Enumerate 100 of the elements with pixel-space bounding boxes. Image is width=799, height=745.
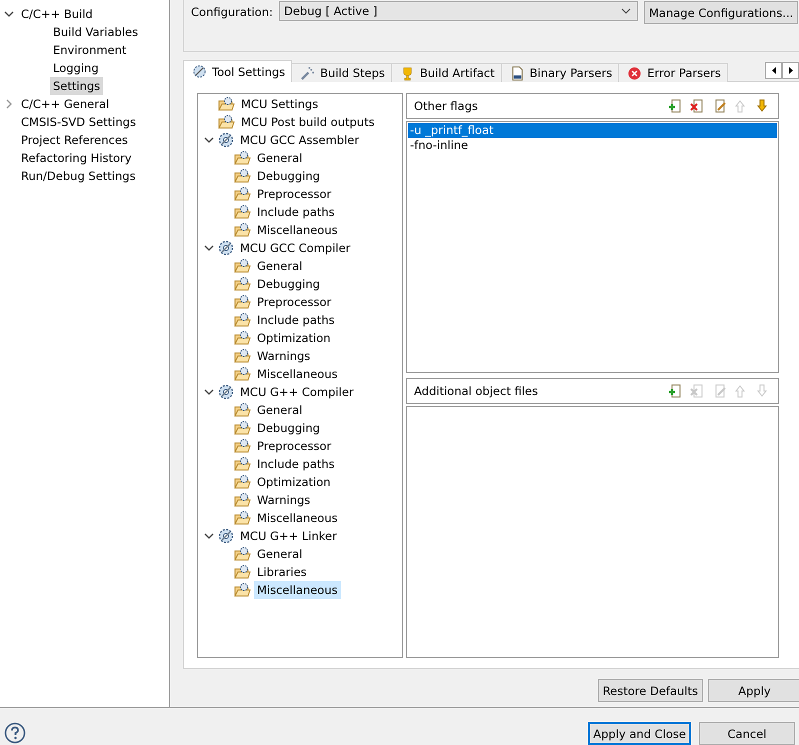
tree-item[interactable]: General [254, 257, 306, 275]
folder-gear-icon [234, 492, 251, 508]
sidebar-item[interactable]: Settings [50, 77, 104, 95]
tab[interactable]: Binary Parsers [500, 63, 620, 82]
folder-gear-icon [234, 546, 251, 562]
folder-gear-icon [234, 204, 251, 220]
scroll-right-button[interactable] [782, 62, 799, 79]
tab-label: Build Artifact [420, 66, 495, 80]
tree-item[interactable]: Preprocessor [254, 437, 334, 455]
tree-item[interactable]: Debugging [254, 419, 323, 437]
triangle-left-icon [772, 67, 776, 74]
gear-wheel-icon [218, 384, 234, 400]
chevron-down-icon[interactable] [204, 531, 214, 541]
tree-item[interactable]: Include paths [254, 203, 338, 221]
chevron-down-icon [621, 8, 631, 14]
chevron-down-icon[interactable] [204, 243, 214, 253]
tree-item[interactable]: MCU Settings [238, 95, 322, 113]
folder-gear-icon [234, 420, 251, 436]
sidebar-item[interactable]: C/C++ General [18, 95, 112, 113]
apply-button[interactable]: Apply [708, 679, 799, 702]
tree-item[interactable]: Include paths [254, 455, 338, 473]
chevron-down-icon[interactable] [204, 135, 214, 145]
chevron-down-icon[interactable] [4, 9, 14, 19]
folder-gear-icon [234, 150, 251, 166]
tree-item[interactable]: Optimization [254, 329, 334, 347]
restore-defaults-button[interactable]: Restore Defaults [598, 679, 703, 702]
sidebar-item[interactable]: Build Variables [50, 23, 142, 41]
error-icon [627, 66, 642, 80]
tab[interactable]: Error Parsers [618, 63, 728, 82]
folder-gear-icon [234, 330, 251, 346]
folder-gear-icon [234, 258, 251, 274]
tree-item[interactable]: MCU Post build outputs [238, 113, 378, 131]
sidebar-item[interactable]: Refactoring History [18, 149, 135, 167]
tree-item[interactable]: Optimization [254, 473, 334, 491]
folder-gear-icon [234, 312, 251, 328]
tab-label: Build Steps [320, 66, 385, 80]
scroll-left-button[interactable] [765, 62, 782, 79]
list-title: Additional object files [414, 384, 539, 398]
sidebar-item[interactable]: Logging [50, 59, 102, 77]
folder-gear-icon [234, 564, 251, 580]
tree-item[interactable]: Miscellaneous [254, 365, 341, 383]
triangle-right-icon [788, 67, 792, 74]
folder-gear-icon [234, 474, 251, 490]
configuration-dropdown[interactable]: Debug [ Active ] [279, 1, 638, 21]
chevron-right-icon[interactable] [4, 99, 14, 109]
list-item[interactable]: -fno-inline [408, 138, 777, 153]
tree-item[interactable]: General [254, 401, 306, 419]
folder-gear-icon [234, 582, 251, 598]
folder-gear-icon [234, 222, 251, 238]
manage-configurations-button[interactable]: Manage Configurations... [644, 1, 798, 24]
help-icon[interactable] [4, 722, 26, 744]
folder-gear-icon [234, 186, 251, 202]
tree-item[interactable]: MCU G++ Compiler [237, 383, 357, 401]
sidebar-item[interactable]: Run/Debug Settings [18, 167, 139, 185]
gear-wheel-icon [218, 528, 234, 544]
sidebar-item[interactable]: CMSIS-SVD Settings [18, 113, 139, 131]
list-item[interactable]: -u _printf_float [408, 123, 777, 138]
tree-item[interactable]: MCU GCC Compiler [237, 239, 354, 257]
sidebar-item[interactable]: C/C++ Build [18, 5, 96, 23]
tree-item[interactable]: Warnings [254, 491, 314, 509]
tab[interactable]: Tool Settings [183, 60, 292, 82]
tab-label: Tool Settings [212, 64, 286, 78]
folder-gear-icon [234, 276, 251, 292]
apply-and-close-button[interactable]: Apply and Close [588, 722, 691, 745]
folder-gear-icon [234, 348, 251, 364]
folder-gear-icon [234, 510, 251, 526]
tree-item[interactable]: Debugging [254, 275, 323, 293]
tree-item[interactable]: Preprocessor [254, 293, 334, 311]
cancel-button[interactable]: Cancel [699, 722, 795, 745]
tree-item[interactable]: Libraries [254, 563, 310, 581]
tree-item[interactable]: General [254, 149, 306, 167]
spray-icon [300, 66, 316, 80]
gear-wheel-icon [218, 240, 234, 256]
tab[interactable]: Build Artifact [390, 63, 502, 82]
list-title: Other flags [414, 99, 479, 113]
tree-item[interactable]: MCU GCC Assembler [237, 131, 362, 149]
tree-item[interactable]: Debugging [254, 167, 323, 185]
folder-gear-icon [234, 438, 251, 454]
tree-item[interactable]: Miscellaneous [254, 221, 341, 239]
tree-item[interactable]: Miscellaneous [254, 581, 341, 599]
tab-label: Binary Parsers [530, 66, 612, 80]
sidebar-item[interactable]: Project References [18, 131, 131, 149]
tab-label: Error Parsers [647, 66, 721, 80]
gear-wheel-icon [218, 132, 234, 148]
tree-item[interactable]: MCU G++ Linker [237, 527, 340, 545]
folder-gear-icon [234, 456, 251, 472]
folder-gear-icon [234, 402, 251, 418]
tree-item[interactable]: Warnings [254, 347, 314, 365]
configuration-label: Configuration: [191, 4, 273, 21]
sidebar-item[interactable]: Environment [50, 41, 130, 59]
tree-item[interactable]: General [254, 545, 306, 563]
tree-item[interactable]: Preprocessor [254, 185, 334, 203]
tree-item[interactable]: Miscellaneous [254, 509, 341, 527]
tab[interactable]: Build Steps [291, 63, 392, 82]
chevron-down-icon[interactable] [204, 387, 214, 397]
folder-gear-icon [234, 294, 251, 310]
folder-gear-icon [234, 168, 251, 184]
tree-item[interactable]: Include paths [254, 311, 338, 329]
folder-gear-icon [234, 366, 251, 382]
folder-gear-icon [218, 96, 235, 112]
